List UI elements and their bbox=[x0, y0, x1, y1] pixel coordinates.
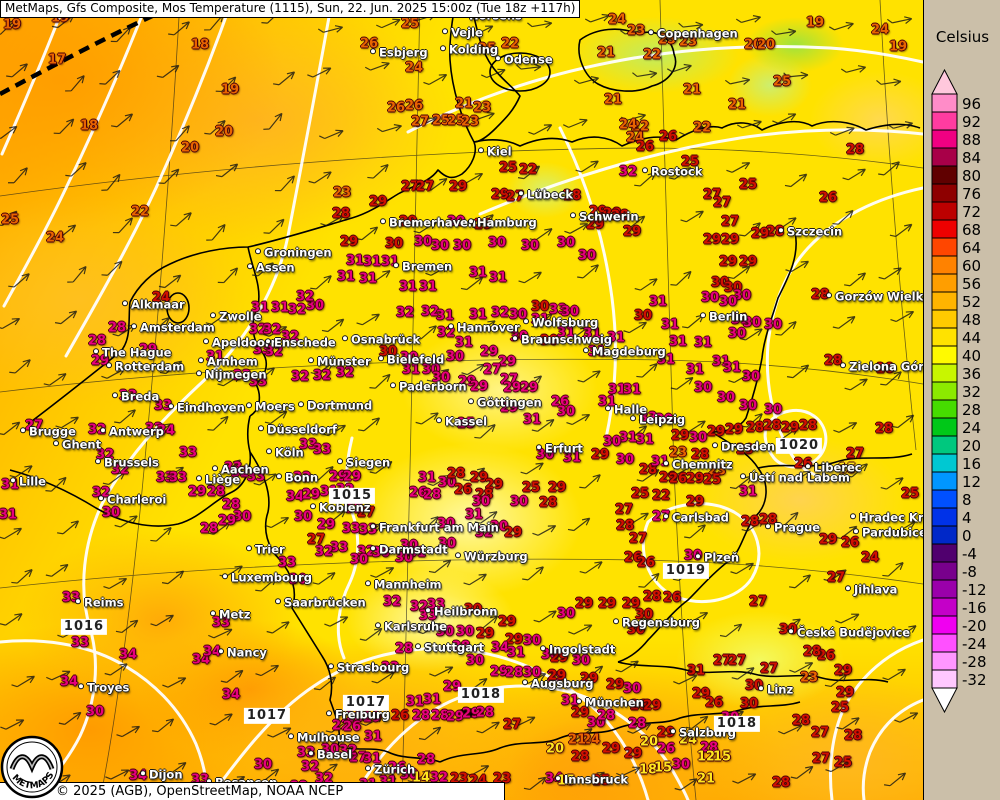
svg-text:8: 8 bbox=[962, 491, 972, 509]
svg-text:92: 92 bbox=[962, 113, 981, 131]
colorbar-panel: Celsius 96928884807672686460565248444036… bbox=[923, 0, 1000, 800]
svg-text:24: 24 bbox=[962, 419, 981, 437]
svg-text:20: 20 bbox=[962, 437, 981, 455]
svg-text:4: 4 bbox=[962, 509, 972, 527]
metmaps-logo: METMAPS bbox=[0, 731, 70, 800]
svg-text:56: 56 bbox=[962, 275, 981, 293]
svg-text:32: 32 bbox=[962, 383, 981, 401]
map-title: MetMaps, Gfs Composite, Mos Temperature … bbox=[5, 1, 575, 15]
title-bar: MetMaps, Gfs Composite, Mos Temperature … bbox=[0, 0, 580, 18]
svg-text:-24: -24 bbox=[962, 635, 987, 653]
svg-text:16: 16 bbox=[962, 455, 981, 473]
svg-text:80: 80 bbox=[962, 167, 981, 185]
svg-text:60: 60 bbox=[962, 257, 981, 275]
svg-text:88: 88 bbox=[962, 131, 981, 149]
svg-text:-32: -32 bbox=[962, 671, 987, 689]
svg-text:48: 48 bbox=[962, 311, 981, 329]
weather-map-screenshot: 1719191819182020222524252625222421232626… bbox=[0, 0, 1000, 800]
svg-text:96: 96 bbox=[962, 95, 981, 113]
svg-text:40: 40 bbox=[962, 347, 981, 365]
svg-text:-8: -8 bbox=[962, 563, 977, 581]
svg-text:72: 72 bbox=[962, 203, 981, 221]
colorbar-scale: 9692888480767268646056524844403632282420… bbox=[924, 0, 1000, 760]
svg-text:76: 76 bbox=[962, 185, 981, 203]
svg-text:44: 44 bbox=[962, 329, 981, 347]
svg-text:36: 36 bbox=[962, 365, 981, 383]
svg-text:52: 52 bbox=[962, 293, 981, 311]
map-canvas bbox=[0, 0, 923, 800]
svg-text:28: 28 bbox=[962, 401, 981, 419]
svg-text:12: 12 bbox=[962, 473, 981, 491]
copyright-text: © 2025 (AGB), OpenStreetMap, NOAA NCEP bbox=[56, 784, 343, 799]
footer-bar: © 2025 (AGB), OpenStreetMap, NOAA NCEP bbox=[0, 782, 505, 800]
svg-text:-20: -20 bbox=[962, 617, 987, 635]
svg-text:-16: -16 bbox=[962, 599, 987, 617]
svg-text:68: 68 bbox=[962, 221, 981, 239]
svg-text:-12: -12 bbox=[962, 581, 987, 599]
svg-text:84: 84 bbox=[962, 149, 981, 167]
svg-text:64: 64 bbox=[962, 239, 981, 257]
svg-text:-28: -28 bbox=[962, 653, 987, 671]
svg-text:-4: -4 bbox=[962, 545, 977, 563]
svg-text:0: 0 bbox=[962, 527, 972, 545]
